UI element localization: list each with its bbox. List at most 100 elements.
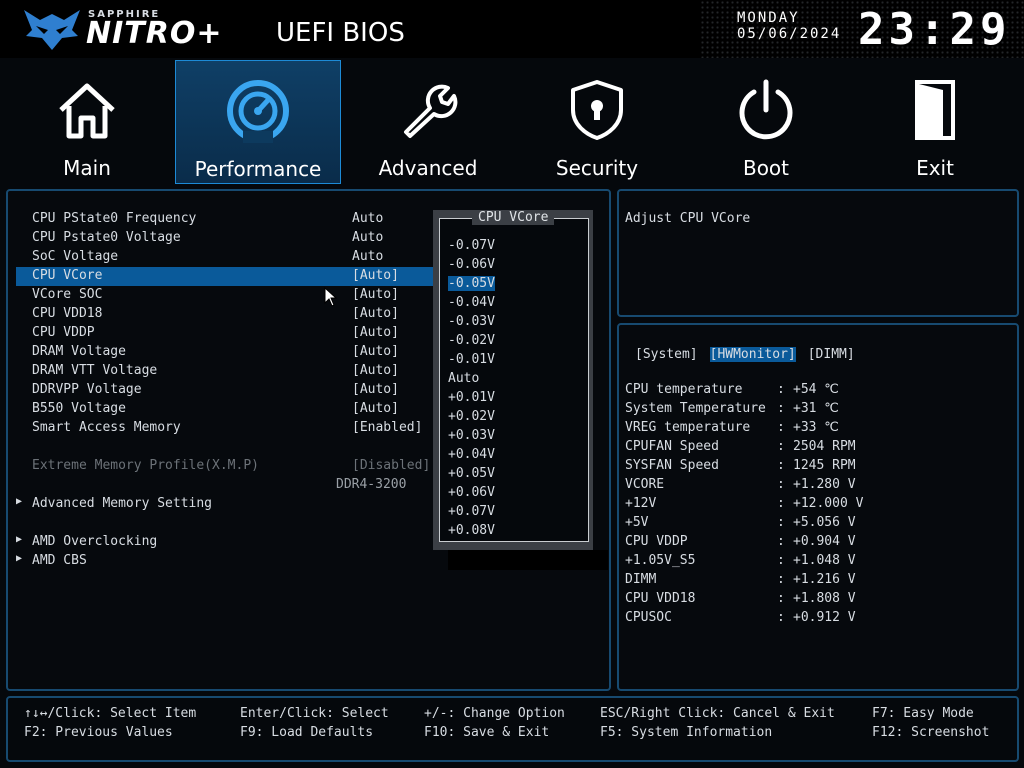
setting-value: [Auto]	[352, 382, 399, 397]
submenu-arrow-icon: ▶	[16, 496, 23, 507]
dropdown-option[interactable]: +0.07V	[448, 504, 495, 523]
cpu-vcore-dropdown[interactable]: CPU VCore -0.07V -0.06V -0.05V -0.04V -0…	[433, 210, 593, 550]
hint-system-information[interactable]: F5: System Information	[600, 725, 772, 740]
setting-value: Auto	[352, 249, 384, 264]
hw-tab-hwmonitor[interactable]: [HWMonitor]	[709, 347, 796, 362]
dropdown-option[interactable]: -0.07V	[448, 238, 495, 257]
setting-label: CPU Pstate0 Voltage	[32, 230, 181, 245]
dropdown-option[interactable]: +0.04V	[448, 447, 495, 466]
setting-value: [Auto]	[352, 401, 399, 416]
hw-monitor-panel: [System] [HWMonitor] [DIMM] CPU temperatur…	[617, 323, 1019, 691]
hint-save-exit[interactable]: F10: Save & Exit	[424, 725, 549, 740]
setting-cpu-vddp[interactable]: CPU VDDP [Auto]	[16, 324, 444, 343]
setting-value: [Auto]	[352, 344, 399, 359]
setting-smart-access-memory[interactable]: Smart Access Memory [Enabled]	[16, 419, 444, 438]
tab-advanced[interactable]: Advanced	[345, 60, 511, 184]
shield-lock-icon	[571, 80, 623, 140]
hint-previous-values[interactable]: F2: Previous Values	[24, 725, 173, 740]
dropdown-option-selected[interactable]: -0.05V	[448, 276, 495, 295]
hw-tab-system[interactable]: [System]	[635, 347, 698, 362]
tab-performance[interactable]: Performance	[175, 60, 341, 184]
tab-security[interactable]: Security	[514, 60, 680, 184]
setting-label: B550 Voltage	[32, 401, 126, 416]
hw-tabs: [System] [HWMonitor] [DIMM]	[635, 347, 867, 362]
dropdown-option[interactable]: -0.06V	[448, 257, 495, 276]
setting-label: DRAM Voltage	[32, 344, 126, 359]
setting-value: DDR4-3200	[336, 477, 407, 492]
setting-label: CPU VDDP	[32, 325, 95, 340]
setting-cpu-vcore[interactable]: CPU VCore [Auto]	[16, 267, 444, 286]
setting-cpu-pstate0-frequency[interactable]: CPU PState0 Frequency Auto	[16, 210, 444, 229]
submenu-amd-overclocking[interactable]: ▶ AMD Overclocking	[16, 533, 444, 552]
dropdown-option[interactable]: Auto	[448, 371, 479, 390]
setting-value: [Auto]	[352, 306, 399, 321]
setting-label: CPU VDD18	[32, 306, 103, 321]
setting-ddrvpp-voltage[interactable]: DDRVPP Voltage [Auto]	[16, 381, 444, 400]
header-bar: SAPPHIRE NITRO+ UEFI BIOS MONDAY 05/06/2…	[0, 0, 1024, 58]
setting-value: [Auto]	[352, 287, 399, 302]
setting-label: DRAM VTT Voltage	[32, 363, 158, 378]
setting-value: Auto	[352, 230, 384, 245]
mouse-pointer-icon	[324, 287, 338, 307]
dropdown-option[interactable]: +0.05V	[448, 466, 495, 485]
setting-dram-voltage[interactable]: DRAM Voltage [Auto]	[16, 343, 444, 362]
setting-value: [Enabled]	[352, 420, 423, 435]
dropdown-option[interactable]: +0.08V	[448, 523, 495, 542]
date-label: 05/06/2024	[737, 26, 842, 42]
dropdown-option[interactable]: -0.02V	[448, 333, 495, 352]
dropdown-option[interactable]: +0.02V	[448, 409, 495, 428]
dropdown-option[interactable]: +0.03V	[448, 428, 495, 447]
setting-xmp-speed: DDR4-3200	[16, 476, 444, 495]
setting-cpu-vdd18[interactable]: CPU VDD18 [Auto]	[16, 305, 444, 324]
setting-label: CPU VCore	[32, 268, 103, 283]
setting-label: SoC Voltage	[32, 249, 119, 264]
setting-soc-voltage[interactable]: SoC Voltage Auto	[16, 248, 444, 267]
tab-exit[interactable]: Exit	[852, 60, 1018, 184]
hint-cancel-exit: ESC/Right Click: Cancel & Exit	[600, 706, 835, 721]
dropdown-title: CPU VCore	[472, 210, 555, 225]
setting-value: [Auto]	[352, 268, 399, 283]
help-text: Adjust CPU VCore	[625, 211, 751, 226]
dropdown-option[interactable]: +0.06V	[448, 485, 495, 504]
submenu-label: AMD Overclocking	[32, 534, 158, 549]
hint-select-item: ↑↓↔/Click: Select Item	[24, 706, 197, 721]
tab-main[interactable]: Main	[4, 60, 170, 184]
main-nav: Main Performance Advanced Security Boot	[0, 58, 1024, 186]
setting-value: [Auto]	[352, 363, 399, 378]
setting-label: VCore SOC	[32, 287, 103, 302]
setting-label: Smart Access Memory	[32, 420, 181, 435]
dropdown-option[interactable]: +0.01V	[448, 390, 495, 409]
tab-label: Boot	[742, 156, 790, 180]
app-title: UEFI BIOS	[276, 18, 405, 48]
submenu-label: AMD CBS	[32, 553, 87, 568]
dropdown-option[interactable]: -0.03V	[448, 314, 495, 333]
hint-load-defaults[interactable]: F9: Load Defaults	[240, 725, 373, 740]
footer-help-bar: ↑↓↔/Click: Select Item Enter/Click: Sele…	[6, 696, 1019, 762]
submenu-arrow-icon: ▶	[16, 553, 23, 564]
hint-easy-mode[interactable]: F7: Easy Mode	[872, 706, 974, 721]
brand-nitro: NITRO+	[86, 16, 223, 51]
tab-label: Security	[555, 156, 639, 180]
hint-screenshot[interactable]: F12: Screenshot	[872, 725, 989, 740]
submenu-label: Advanced Memory Setting	[32, 496, 213, 511]
dropdown-shadow	[448, 550, 608, 570]
setting-b550-voltage[interactable]: B550 Voltage [Auto]	[16, 400, 444, 419]
tab-boot[interactable]: Boot	[683, 60, 849, 184]
submenu-amd-cbs[interactable]: ▶ AMD CBS	[16, 552, 444, 571]
sapphire-logo-icon	[24, 10, 80, 50]
setting-xmp: Extreme Memory Profile(X.M.P) [Disabled]	[16, 457, 444, 476]
dropdown-option[interactable]: -0.01V	[448, 352, 495, 371]
hw-tab-dimm[interactable]: [DIMM]	[808, 347, 855, 362]
submenu-advanced-memory-setting[interactable]: ▶ Advanced Memory Setting	[16, 495, 444, 514]
tab-label: Advanced	[378, 156, 478, 180]
setting-dram-vtt-voltage[interactable]: DRAM VTT Voltage [Auto]	[16, 362, 444, 381]
setting-label: CPU PState0 Frequency	[32, 211, 197, 226]
setting-value: Auto	[352, 211, 384, 226]
dropdown-list: CPU VCore -0.07V -0.06V -0.05V -0.04V -0…	[439, 210, 589, 542]
tab-label: Performance	[194, 157, 322, 181]
setting-value: [Disabled]	[352, 458, 431, 473]
door-exit-icon	[915, 80, 955, 140]
setting-cpu-pstate0-voltage[interactable]: CPU Pstate0 Voltage Auto	[16, 229, 444, 248]
dropdown-option[interactable]: -0.04V	[448, 295, 495, 314]
setting-vcore-soc[interactable]: VCore SOC [Auto]	[16, 286, 444, 305]
